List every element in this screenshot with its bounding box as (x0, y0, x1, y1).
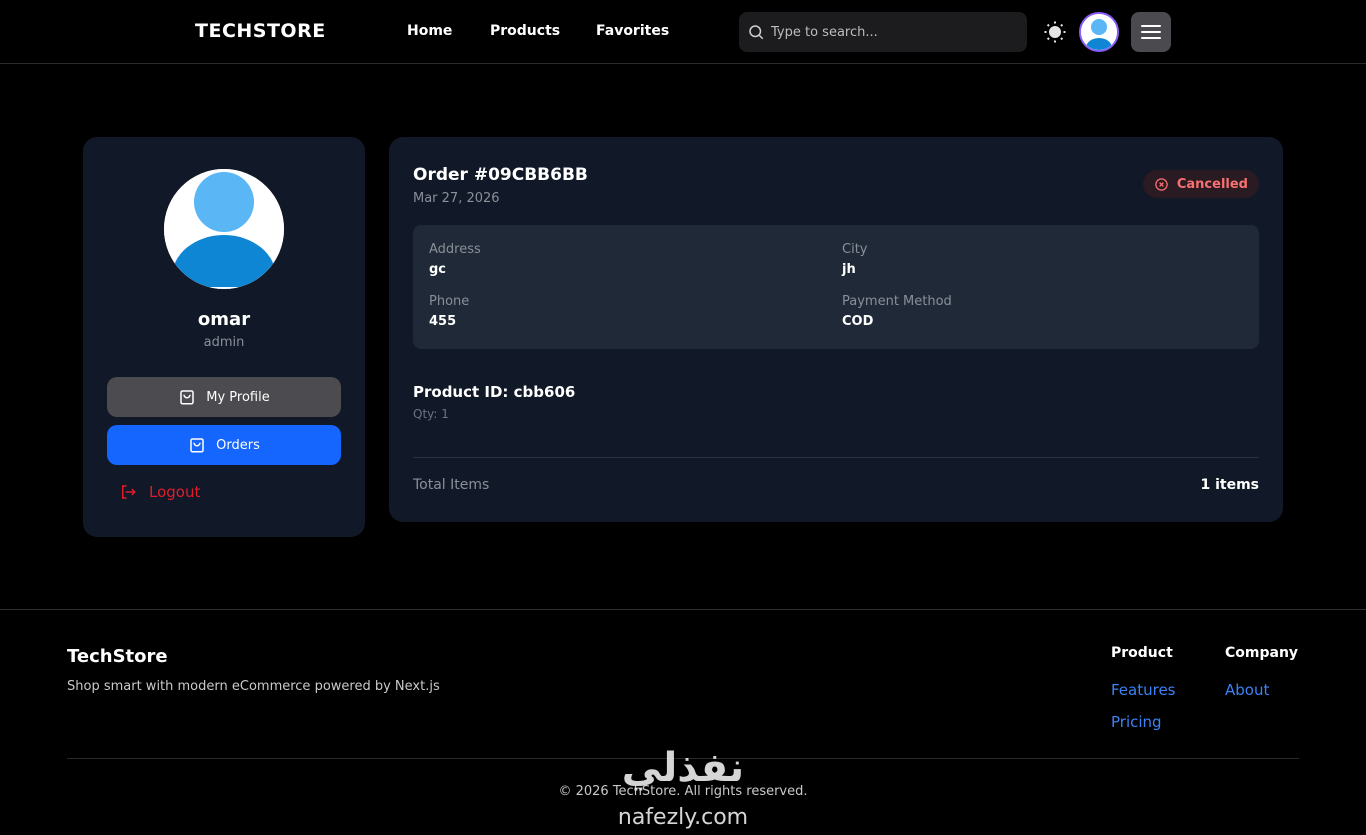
product-id: Product ID: cbb606 (413, 383, 576, 401)
phone-value: 455 (429, 314, 457, 329)
city-value: jh (842, 262, 856, 277)
nav-link-home[interactable]: Home (407, 23, 452, 39)
footer-link-about[interactable]: About (1225, 681, 1269, 699)
profile-username: omar (197, 309, 251, 330)
brand-logo[interactable]: TECHSTORE (195, 20, 326, 42)
logout-button[interactable]: Logout (119, 483, 200, 501)
nav-link-products[interactable]: Products (490, 23, 560, 39)
status-badge: Cancelled (1142, 170, 1259, 198)
watermark-arabic: نفذلي (621, 745, 745, 791)
total-items-value: 1 items (1200, 477, 1259, 493)
total-items-label: Total Items (413, 477, 490, 493)
footer-company-title: Company (1225, 645, 1299, 661)
footer-link-pricing[interactable]: Pricing (1111, 713, 1162, 731)
nafezly-watermark: نفذلي nafezly.com (598, 745, 768, 835)
footer-divider (0, 609, 1366, 610)
order-card: Order #09CBB6BB Mar 27, 2026 Cancelled A… (389, 137, 1283, 522)
watermark-latin: nafezly.com (617, 805, 749, 830)
x-circle-icon (1155, 177, 1168, 191)
orders-button[interactable]: Orders (107, 425, 341, 465)
profile-sidebar: omar admin My Profile Orders Logout (83, 137, 365, 537)
profile-avatar (164, 169, 284, 289)
address-value: gc (429, 262, 447, 277)
product-qty: Qty: 1 (413, 407, 449, 421)
phone-label: Phone (429, 294, 470, 309)
avatar-person-icon (164, 169, 284, 289)
city-label: City (842, 242, 868, 257)
my-profile-button[interactable]: My Profile (107, 377, 341, 417)
order-title: Order #09CBB6BB (413, 165, 588, 185)
search-icon (749, 25, 764, 40)
logout-label: Logout (149, 483, 201, 501)
my-profile-label: My Profile (206, 389, 270, 405)
orders-label: Orders (216, 437, 260, 453)
order-date: Mar 27, 2026 (413, 191, 500, 206)
search-box[interactable] (739, 12, 1027, 52)
footer-product-title: Product (1111, 645, 1173, 661)
hamburger-menu-button[interactable] (1131, 12, 1171, 52)
user-avatar[interactable] (1079, 12, 1119, 52)
profile-role: admin (203, 335, 245, 350)
shipping-info-box: Address gc City jh Phone 455 Payment Met… (413, 225, 1259, 349)
footer-tagline: Shop smart with modern eCommerce powered… (67, 679, 440, 694)
footer-link-features[interactable]: Features (1111, 681, 1176, 699)
footer-brand: TechStore (67, 646, 168, 667)
address-label: Address (429, 242, 481, 257)
shopping-bag-icon (180, 390, 195, 405)
status-label: Cancelled (1176, 176, 1248, 192)
payment-method-label: Payment Method (842, 294, 952, 309)
nav-link-favorites[interactable]: Favorites (596, 23, 669, 39)
shopping-bag-icon (190, 438, 204, 453)
divider (413, 457, 1259, 458)
logout-icon (122, 485, 136, 499)
payment-method-value: COD (842, 314, 874, 329)
sun-icon[interactable] (1043, 20, 1067, 44)
search-input[interactable] (771, 24, 1021, 40)
hamburger-menu-icon (1141, 25, 1161, 39)
top-navbar: TECHSTORE Home Products Favorites (0, 0, 1366, 64)
avatar-person-icon (1081, 14, 1117, 50)
